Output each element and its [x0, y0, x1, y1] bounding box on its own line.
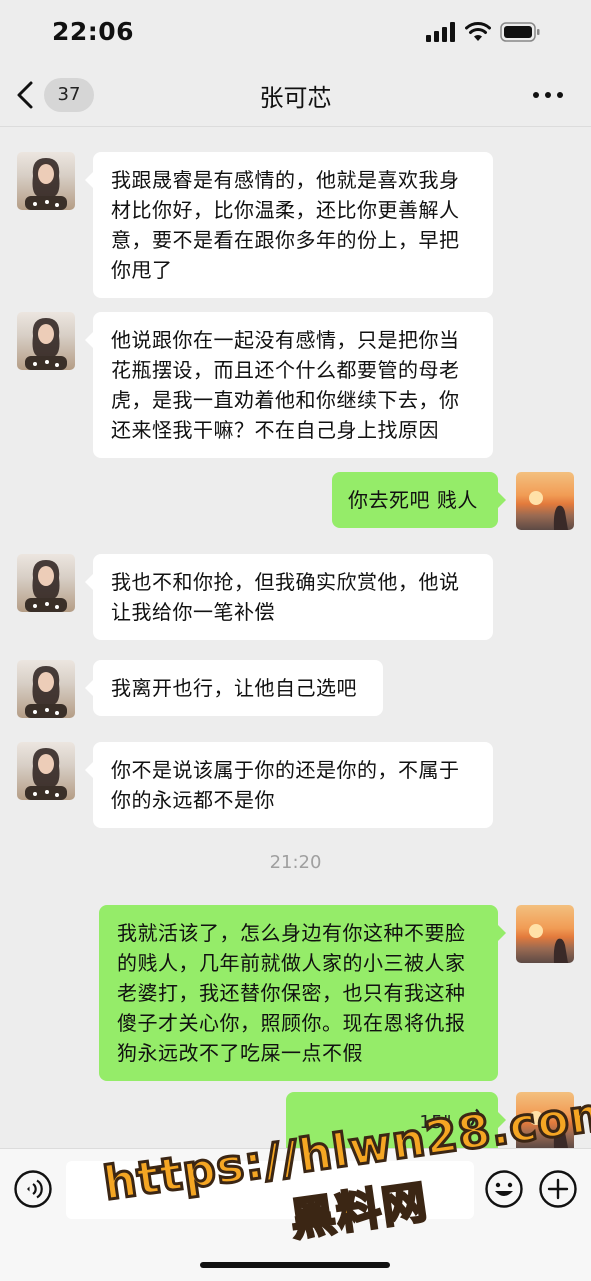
contact-avatar[interactable] [17, 742, 75, 800]
battery-icon [500, 22, 540, 42]
chat-title: 张可芯 [259, 84, 332, 112]
voice-duration: 15" [419, 1112, 452, 1133]
contact-avatar[interactable] [17, 152, 75, 210]
message-bubble-sent[interactable]: 你去死吧 贱人 [332, 472, 506, 528]
voice-message-bubble[interactable]: 15" [286, 1092, 506, 1148]
plus-icon[interactable] [538, 1169, 578, 1209]
message-bubble-received[interactable]: 你不是说该属于你的还是你的，不属于你的永远都不是你 [85, 742, 493, 828]
message-bubble-received[interactable]: 他说跟你在一起没有感情，只是把你当花瓶摆设，而且还个什么都要管的母老虎，是我一直… [85, 312, 493, 458]
my-avatar[interactable] [516, 1092, 574, 1148]
emoji-icon[interactable] [484, 1169, 524, 1209]
message-bubble-sent[interactable]: 我就活该了，怎么身边有你这种不要脸的贱人，几年前就做人家的小三被人家老婆打，我还… [99, 905, 506, 1081]
home-indicator [200, 1262, 390, 1268]
my-avatar[interactable] [516, 472, 574, 530]
message-input[interactable] [66, 1161, 474, 1219]
message-bubble-received[interactable]: 我跟晟睿是有感情的，他就是喜欢我身材比你好，比你温柔，还比你更善解人意，要不是看… [85, 152, 493, 298]
signal-icon [426, 22, 455, 42]
contact-avatar[interactable] [17, 660, 75, 718]
message-bubble-received[interactable]: 我也不和你抢，但我确实欣赏他，他说让我给你一笔补偿 [85, 554, 493, 640]
message-bubble-received[interactable]: 我离开也行，让他自己选吧 [85, 660, 383, 716]
voice-wave-icon [464, 1108, 482, 1130]
message-timestamp: 21:20 [269, 852, 322, 873]
status-time: 22:06 [52, 17, 135, 46]
status-bar: 22:06 [0, 0, 591, 64]
contact-avatar[interactable] [17, 312, 75, 370]
contact-avatar[interactable] [17, 554, 75, 612]
chat-header: 37 张可芯 [0, 64, 591, 127]
voice-input-icon[interactable] [13, 1169, 53, 1209]
wifi-icon [465, 22, 491, 41]
more-options-icon[interactable] [528, 78, 568, 112]
my-avatar[interactable] [516, 905, 574, 963]
